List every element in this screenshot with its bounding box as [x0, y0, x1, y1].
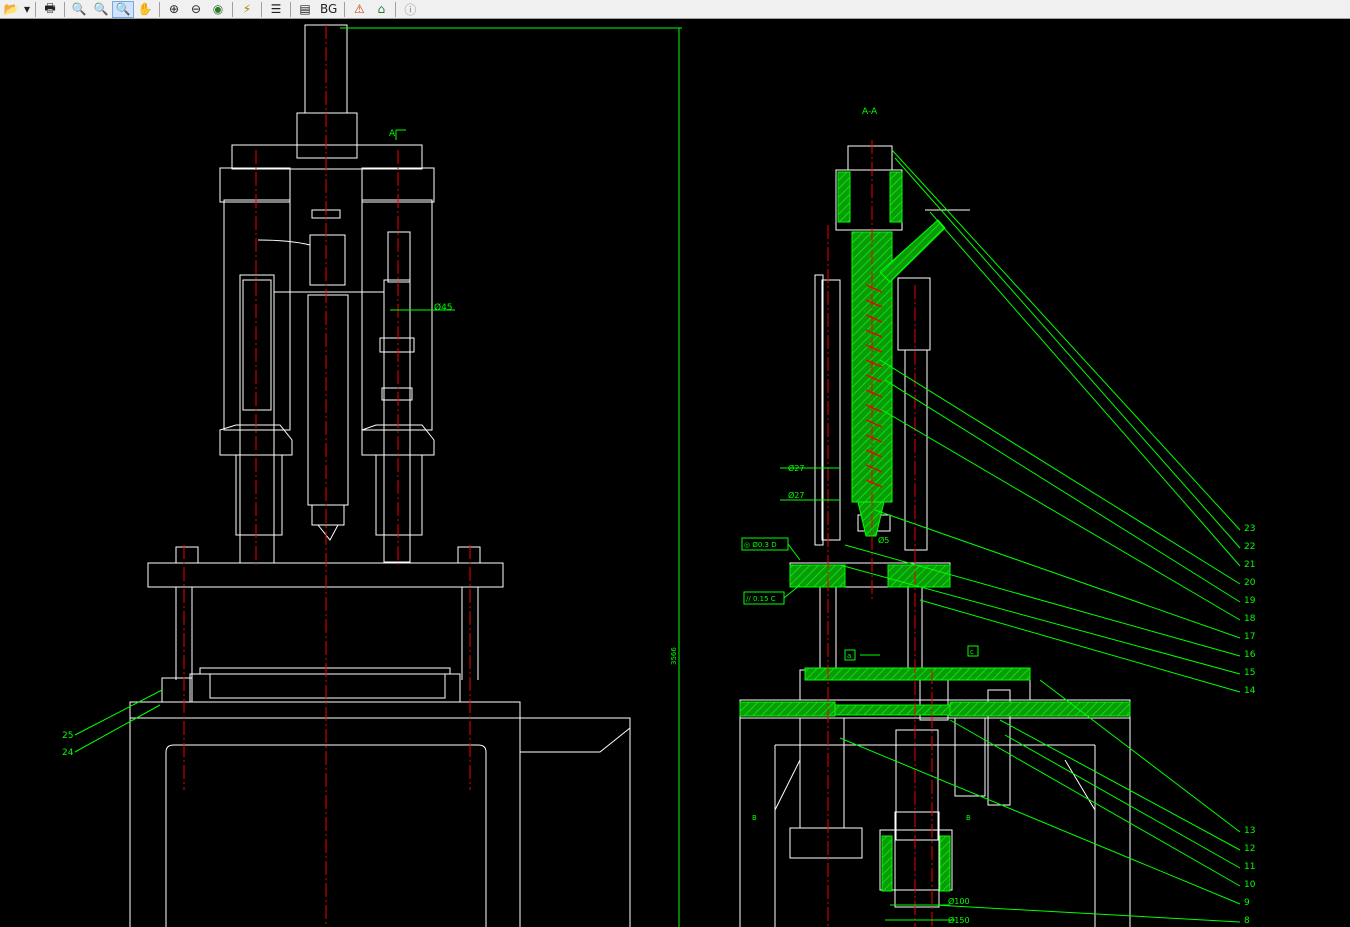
- print-icon[interactable]: 🖶: [39, 1, 61, 18]
- layers-icon[interactable]: ☰: [265, 1, 287, 18]
- callout-10: 10: [1244, 880, 1256, 890]
- section-view-labels: A-A Ø27 Ø27 Ø5 Ø100 Ø150 ◎ Ø0.3 D // 0.1…: [744, 107, 1256, 926]
- zoom-realtime-icon[interactable]: ⊕: [163, 1, 185, 18]
- zoom-in-icon[interactable]: 🔍: [90, 1, 112, 18]
- front-view: [129, 24, 631, 927]
- section-view-leaders: [741, 149, 1241, 923]
- callout-13: 13: [1244, 826, 1255, 836]
- dim-diameter-27-lower: Ø27: [788, 490, 804, 500]
- markup-icon[interactable]: ⚠: [348, 1, 370, 18]
- pan-hand-icon[interactable]: ✋: [134, 1, 156, 18]
- section-ref-b-right: B: [966, 814, 971, 822]
- home-icon[interactable]: ⌂: [370, 1, 392, 18]
- background-toggle-button[interactable]: BG: [320, 2, 337, 16]
- callout-11: 11: [1244, 862, 1255, 872]
- front-view-centerlines: [183, 25, 471, 927]
- toolbar-separator: [261, 1, 262, 17]
- open-icon[interactable]: 📂: [0, 1, 22, 18]
- callout-22: 22: [1244, 542, 1255, 552]
- callout-14: 14: [1244, 686, 1256, 696]
- toolbar-separator: [290, 1, 291, 17]
- callout-19: 19: [1244, 596, 1256, 606]
- zoom-extents-icon[interactable]: ◉: [207, 1, 229, 18]
- section-view: [739, 145, 1131, 927]
- measure-icon[interactable]: ⚡: [236, 1, 258, 18]
- callout-8: 8: [1244, 916, 1250, 926]
- zoom-previous-icon[interactable]: ⊖: [185, 1, 207, 18]
- callout-20: 20: [1244, 578, 1256, 588]
- viewer-toolbar: 📂 ▾ 🖶 🔍 🔍 🔍 ✋ ⊕ ⊖ ◉ ⚡ ☰ ▤ BG ⚠ ⌂ ⓘ: [0, 0, 1350, 19]
- callout-16: 16: [1244, 650, 1256, 660]
- callout-25: 25: [62, 731, 73, 741]
- section-ref-b-left: B: [752, 814, 757, 822]
- dim-diameter-100: Ø100: [948, 896, 970, 906]
- dim-diameter-27-upper: Ø27: [788, 463, 804, 473]
- dim-height-3566: 3566: [670, 647, 678, 665]
- zoom-out-icon[interactable]: 🔍: [68, 1, 90, 18]
- datum-ref-c: c: [970, 648, 974, 656]
- toolbar-separator: [64, 1, 65, 17]
- datum-ref-a: a: [847, 652, 851, 660]
- section-label-aa: A-A: [862, 107, 878, 117]
- properties-icon[interactable]: ▤: [294, 1, 316, 18]
- toolbar-separator: [344, 1, 346, 17]
- callout-24: 24: [62, 748, 74, 758]
- callout-18: 18: [1244, 614, 1256, 624]
- toolbar-separator: [232, 1, 233, 17]
- info-icon[interactable]: ⓘ: [399, 1, 421, 18]
- dim-diameter-45: Ø45: [434, 302, 453, 313]
- callout-23: 23: [1244, 524, 1255, 534]
- toolbar-separator: [159, 1, 160, 17]
- front-view-labels: A Ø45 3566 25 24: [62, 129, 678, 758]
- callout-9: 9: [1244, 898, 1250, 908]
- zoom-window-icon[interactable]: 🔍: [112, 0, 134, 18]
- callout-21: 21: [1244, 560, 1255, 570]
- view-arrow-label: A: [389, 129, 396, 139]
- tolerance-concentricity: ◎ Ø0.3 D: [744, 541, 777, 549]
- callout-12: 12: [1244, 844, 1255, 854]
- dropdown-icon[interactable]: ▾: [22, 1, 32, 18]
- toolbar-separator: [395, 1, 397, 17]
- callout-17: 17: [1244, 632, 1255, 642]
- dim-diameter-150: Ø150: [948, 915, 970, 925]
- toolbar-separator: [35, 1, 36, 17]
- dim-diameter-5: Ø5: [878, 535, 889, 545]
- tolerance-parallelism: // 0.15 C: [746, 595, 776, 603]
- cad-drawing-canvas[interactable]: A Ø45 3566 25 24 A-A Ø27 Ø27 Ø5 Ø100 Ø15…: [0, 19, 1350, 927]
- callout-15: 15: [1244, 668, 1255, 678]
